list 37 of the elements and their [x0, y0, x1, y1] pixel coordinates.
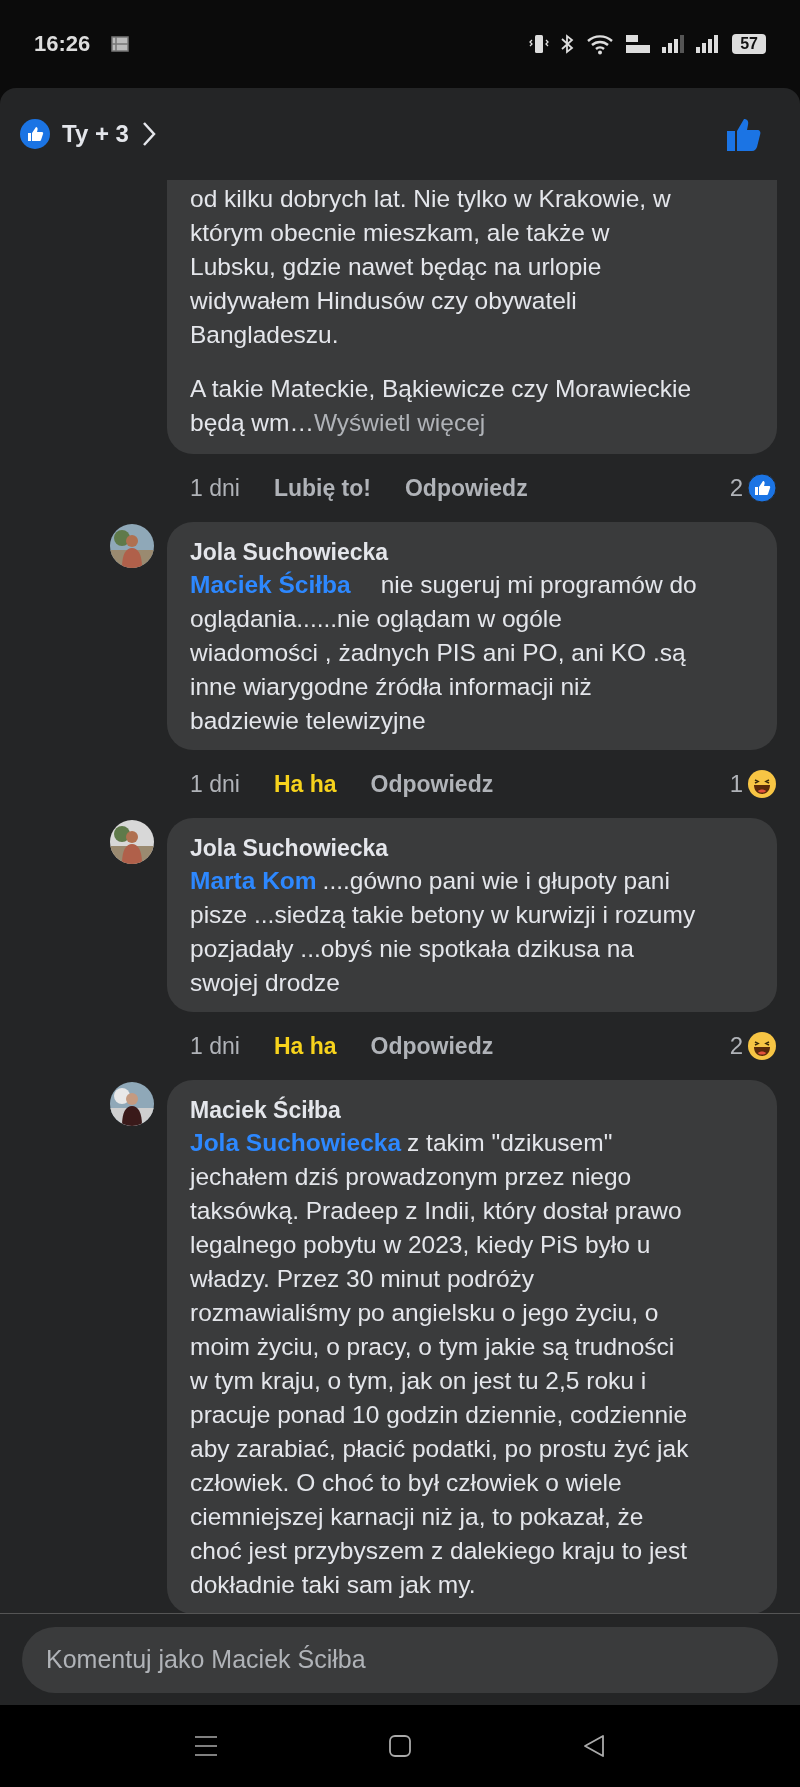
react-button[interactable]: Lubię to! [273, 474, 371, 502]
reply-button[interactable]: Odpowiedz [370, 770, 494, 798]
see-more-link[interactable]: Wyświetl więcej [313, 409, 486, 436]
like-icon [747, 473, 777, 503]
like-icon [20, 119, 50, 149]
reply-button[interactable]: Odpowiedz [404, 474, 528, 502]
reactions-summary[interactable]: Ty + 3 [58, 120, 133, 148]
comment-time: 1 dni [190, 770, 240, 798]
laughing-emoji-icon [747, 769, 777, 799]
comment-author[interactable]: Maciek Ściłba [190, 1094, 757, 1126]
back-icon[interactable] [582, 1734, 606, 1758]
home-icon[interactable] [388, 1734, 412, 1758]
comment-text: Marta Kom ....gówno pani wie i głupoty pani pisze ...siedzą takie betony w kurwizji i rozumy pozjadały ...obyś nie spotkała dzikusa na swojej drodze [190, 866, 697, 998]
laughing-emoji-icon [747, 1031, 777, 1061]
chevron-right-icon[interactable] [140, 120, 157, 148]
gallery-icon [110, 35, 131, 53]
reaction-count: 2 [729, 474, 743, 502]
reply-button[interactable]: Odpowiedz [370, 1032, 494, 1060]
comment-author[interactable]: Jola Suchowiecka [190, 832, 757, 864]
comment-author[interactable]: Jola Suchowiecka [190, 536, 757, 568]
comment-text: A takie Mateckie, Bąkiewicze czy Morawieckie będą wm…Wyświetl więcej [190, 374, 693, 438]
comment-time: 1 dni [190, 1032, 240, 1060]
vibrate-icon [528, 33, 551, 55]
react-button[interactable]: Ha ha [273, 770, 337, 798]
comment-time: 1 dni [190, 474, 240, 502]
battery-level: 57 [732, 34, 766, 54]
react-button[interactable]: Ha ha [273, 1032, 337, 1060]
reaction-count: 2 [729, 1032, 743, 1060]
signal-icon [660, 33, 687, 55]
status-time: 16:26 [34, 31, 91, 57]
reaction-count: 1 [729, 770, 743, 798]
comment-text: Maciek Ściłba nie sugeruj mi programów do oglądania......nie oglądam w ogóle wiadomości , żadnych PIS ani PO, ani KO .są inne wiarygodne źródła informacji niż badziewie telewizyjne [190, 570, 698, 736]
comment-input[interactable]: Komentuj jako Maciek Ściłba [22, 1626, 778, 1693]
comment-text: Jola Suchowiecka z takim "dzikusem" jechałem dziś prowadzonym przez niego taksówką. Pradeep z Indii, który dostał prawo legalnego pobytu w 2023, kiedy PiS było u władzy. Przez 30 minut podróży rozmawialiśmy po angielsku o jego życiu, o moim życiu, o pracy, o tym jakie są trudności w tym kraju, o tym, jak on jest tu 2,5 roku i pracuje ponad 10 godzin dziennie, codziennie aby zarabiać, płacić podatki, po prostu żyć jak człowiek. O choć to był człowiek o wiele ciemniejszej karnacji niż ja, to pokazał, że choć jest przybyszem z dalekiego kraju to jest dokładnie taki sam jak my. [190, 1128, 690, 1600]
comment-text: od kilku dobrych lat. Nie tylko w Krakowie, w którym obecnie mieszkam, ale także w Lubsku, gdzie nawet będąc na urlopie widywałem Hindusów czy obywateli Bangladeszu. [190, 184, 672, 350]
signal-icon [694, 33, 721, 55]
menu-icon[interactable] [194, 1734, 218, 1758]
